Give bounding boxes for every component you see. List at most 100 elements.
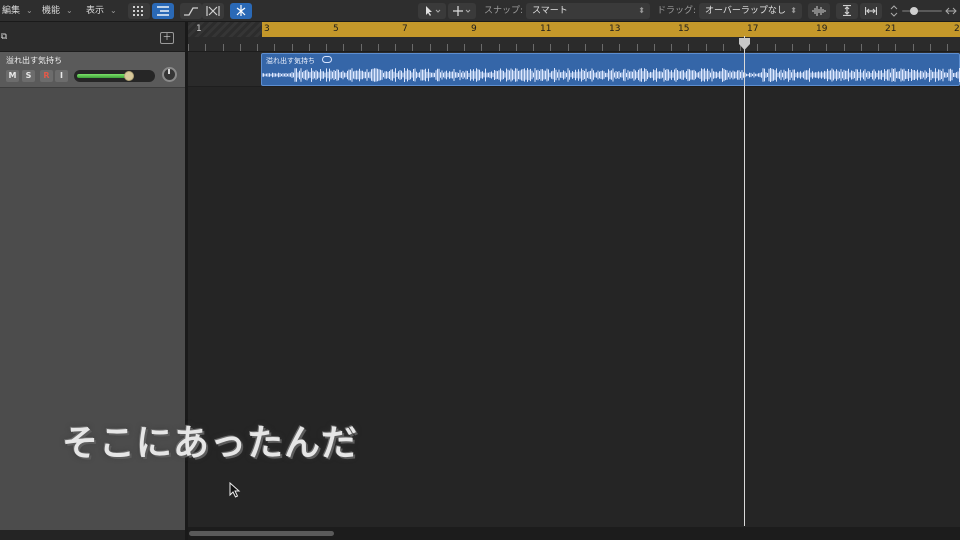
updown-chevron-icon: ⬍ (638, 6, 645, 15)
ruler-tick (533, 44, 534, 51)
pan-knob[interactable] (162, 67, 177, 82)
ruler-tick (274, 44, 275, 51)
ruler-tick (568, 44, 569, 51)
ruler-tick (688, 44, 689, 51)
menu-view[interactable]: 表示 ⌄ (82, 3, 121, 19)
ruler-tick (464, 44, 465, 51)
snap-label: スナップ: (484, 6, 524, 16)
ruler-tick (930, 44, 931, 51)
list-icon (157, 6, 169, 16)
menu-edit-label: 編集 (2, 6, 21, 16)
ruler-tick (878, 44, 879, 51)
flex-icon (206, 6, 220, 16)
ruler-tick (378, 44, 379, 51)
bar-number: 21 (885, 24, 897, 34)
waveform-zoom-button[interactable] (808, 3, 830, 19)
bar-number: 23 (954, 24, 960, 34)
ruler-tick (395, 44, 396, 51)
drag-value: オーバーラップなし (705, 6, 786, 16)
volume-fader-knob[interactable] (123, 71, 134, 81)
horizontal-scrollbar[interactable] (188, 527, 960, 540)
add-track-icon: ＋ (162, 33, 172, 43)
ruler-tick (602, 44, 603, 51)
duplicate-track-button[interactable]: ⧉ (0, 32, 11, 44)
record-enable-button[interactable]: R (40, 70, 53, 82)
add-track-button[interactable]: ＋ (160, 32, 174, 44)
track-header[interactable]: 溢れ出す気持ち M S R I (0, 52, 187, 88)
ruler-tick (481, 44, 482, 51)
ruler-tick (654, 44, 655, 51)
audio-region[interactable]: 溢れ出す気持ち (261, 53, 960, 86)
menu-functions[interactable]: 機能 ⌄ (38, 3, 77, 19)
secondary-tool-menu[interactable] (448, 3, 476, 19)
menu-functions-label: 機能 (42, 6, 61, 16)
leftright-arrows-icon (945, 7, 957, 15)
catch-button[interactable] (230, 3, 252, 19)
menu-view-label: 表示 (86, 6, 105, 16)
updown-chevron-icon: ⬍ (790, 6, 797, 15)
ruler-tick (412, 44, 413, 51)
bar-number: 9 (471, 24, 477, 34)
drag-label: ドラッグ: (657, 6, 697, 16)
automation-curve-icon (184, 7, 198, 16)
zoom-slider[interactable] (888, 3, 960, 19)
pointer-tool-menu[interactable] (418, 3, 446, 19)
bar-ruler[interactable]: 1 3 5 7 9 11 13 15 17 19 21 23 (188, 22, 960, 52)
input-monitor-button[interactable]: I (55, 70, 68, 82)
zoom-slider-track (902, 10, 942, 12)
ruler-tick (757, 44, 758, 51)
track-header-toolbar: ⧉ ＋ (0, 22, 187, 52)
ruler-tick (326, 44, 327, 51)
ruler-tick (223, 44, 224, 51)
grid-view-button[interactable] (128, 3, 150, 19)
playhead-handle-icon[interactable] (739, 38, 750, 50)
playhead-line[interactable] (744, 36, 745, 526)
ruler-tick (913, 44, 914, 51)
ruler-tick (585, 44, 586, 51)
horizontal-zoom-button[interactable] (860, 3, 882, 19)
bar-number: 1 (196, 24, 202, 34)
chevron-down-icon: ⌄ (66, 6, 73, 15)
waveform (262, 68, 960, 82)
track-name[interactable]: 溢れ出す気持ち (6, 55, 62, 66)
pointer-tool-icon (426, 6, 441, 16)
ruler-tick (809, 44, 810, 51)
crosshair-tool-icon (453, 6, 471, 16)
mute-button[interactable]: M (6, 70, 19, 82)
ruler-tick (775, 44, 776, 51)
video-subtitle: そこにあったんだ (62, 423, 359, 464)
horizontal-scrollbar-thumb[interactable] (189, 531, 334, 536)
solo-button[interactable]: S (22, 70, 35, 82)
ruler-tick (188, 44, 189, 51)
ruler-tick (292, 44, 293, 51)
drag-select[interactable]: オーバーラップなし ⬍ (699, 3, 802, 19)
vertical-zoom-button[interactable] (836, 3, 858, 19)
chevron-down-icon: ⌄ (26, 6, 33, 15)
snap-select[interactable]: スマート ⬍ (526, 3, 650, 19)
grid-icon (133, 6, 143, 16)
control-bar: 編集 ⌄ 機能 ⌄ 表示 ⌄ スナップ: スマート ⬍ ドラッグ: オーバーラップなし… (0, 0, 960, 22)
menu-edit[interactable]: 編集 ⌄ (0, 3, 37, 19)
ruler-tick (240, 44, 241, 51)
ruler-tick (947, 44, 948, 51)
track-lane[interactable]: 溢れ出す気持ち (188, 52, 960, 87)
ruler-tick (343, 44, 344, 51)
snap-value: スマート (532, 6, 568, 16)
ruler-tick (499, 44, 500, 51)
bar-number: 5 (333, 24, 339, 34)
volume-fader[interactable] (74, 70, 155, 82)
bar-number: 3 (264, 24, 270, 34)
ruler-tick (309, 44, 310, 51)
ruler-tick (619, 44, 620, 51)
ruler-tick (792, 44, 793, 51)
ruler-tick (516, 44, 517, 51)
zoom-slider-knob[interactable] (910, 7, 918, 15)
bar-number: 13 (609, 24, 621, 34)
flex-button[interactable] (202, 3, 224, 19)
ruler-tick (205, 44, 206, 51)
automation-button[interactable] (180, 3, 202, 19)
list-view-button[interactable] (152, 3, 174, 19)
ruler-tick (361, 44, 362, 51)
ruler-tick (257, 44, 258, 51)
ruler-tick (550, 44, 551, 51)
